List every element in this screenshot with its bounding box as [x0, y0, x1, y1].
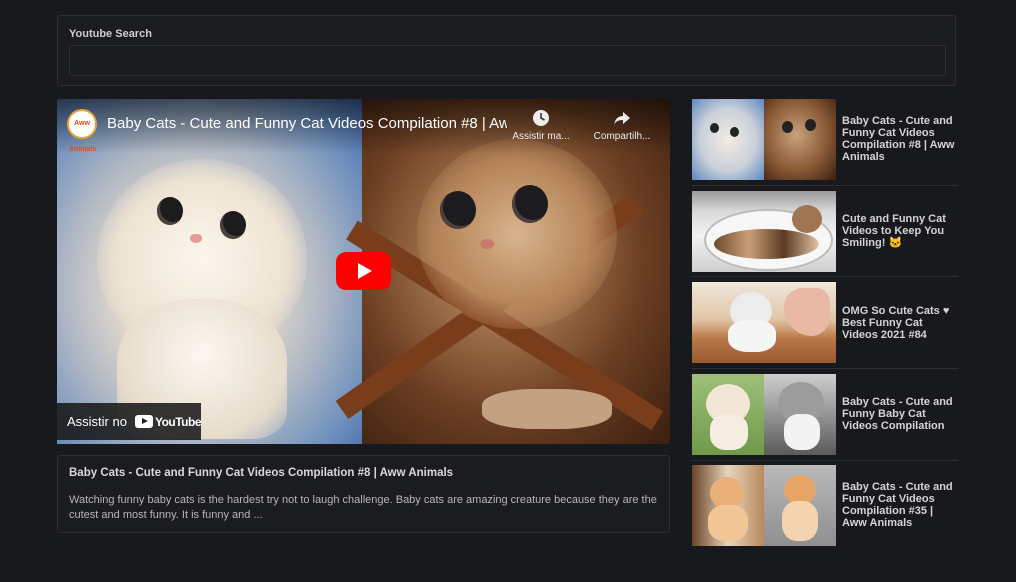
- kitten-eye: [512, 185, 548, 223]
- kitten-eye: [157, 197, 183, 225]
- share-label: Compartilh...: [593, 131, 651, 142]
- divider: [692, 276, 958, 277]
- share-icon: [614, 112, 630, 125]
- related-video-title: Baby Cats - Cute and Funny Cat Videos Co…: [842, 115, 955, 163]
- youtube-logo: YouTube: [134, 414, 202, 429]
- related-video-item[interactable]: Baby Cats - Cute and Funny Cat Videos Co…: [692, 465, 958, 547]
- video-description-card: Baby Cats - Cute and Funny Cat Videos Co…: [57, 455, 670, 533]
- share-button[interactable]: Compartilh...: [587, 109, 657, 142]
- watch-on-youtube-button[interactable]: Assistir no YouTube: [57, 403, 202, 440]
- search-label: Youtube Search: [69, 28, 152, 40]
- related-video-title: Baby Cats - Cute and Funny Baby Cat Vide…: [842, 396, 953, 432]
- related-video-item[interactable]: Cute and Funny Cat Videos to Keep You Sm…: [692, 191, 958, 273]
- related-video-thumbnail: [692, 465, 836, 546]
- divider: [692, 460, 958, 461]
- related-video-item[interactable]: Baby Cats - Cute and Funny Cat Videos Co…: [692, 99, 958, 181]
- clock-icon: [533, 110, 549, 126]
- video-title: Baby Cats - Cute and Funny Cat Videos Co…: [69, 467, 454, 479]
- channel-logo[interactable]: Aww Animals: [67, 109, 97, 153]
- kitten-tabby-face: [417, 139, 617, 329]
- related-video-title: Baby Cats - Cute and Funny Cat Videos Co…: [842, 481, 953, 529]
- video-description: Watching funny baby cats is the hardest …: [69, 494, 657, 521]
- player-video-title[interactable]: Baby Cats - Cute and Funny Cat Videos Co…: [107, 115, 507, 132]
- kitten-eye: [220, 211, 246, 239]
- related-video-thumbnail: [692, 374, 836, 455]
- video-player[interactable]: Aww Animals Baby Cats - Cute and Funny C…: [57, 99, 670, 444]
- related-video-item[interactable]: Baby Cats - Cute and Funny Baby Cat Vide…: [692, 374, 958, 456]
- kitten-eye: [440, 191, 476, 229]
- search-input[interactable]: [69, 45, 946, 76]
- watch-on-label: Assistir no: [67, 414, 127, 429]
- kitten-nose: [190, 234, 202, 243]
- youtube-play-icon: [134, 415, 153, 428]
- related-video-title: Cute and Funny Cat Videos to Keep You Sm…: [842, 213, 946, 249]
- related-video-item[interactable]: OMG So Cute Cats ♥ Best Funny Cat Videos…: [692, 282, 958, 364]
- related-video-title: OMG So Cute Cats ♥ Best Funny Cat Videos…: [842, 305, 950, 341]
- related-video-thumbnail: [692, 282, 836, 363]
- youtube-wordmark: YouTube: [154, 414, 202, 429]
- divider: [692, 185, 958, 186]
- related-video-thumbnail: [692, 99, 836, 180]
- watch-later-button[interactable]: Assistir ma...: [507, 109, 575, 142]
- kitten-paws: [482, 389, 612, 429]
- play-button[interactable]: [336, 252, 391, 290]
- divider: [692, 368, 958, 369]
- related-video-thumbnail: [692, 191, 836, 272]
- search-card: Youtube Search: [57, 15, 956, 86]
- kitten-nose: [480, 239, 494, 249]
- watch-later-label: Assistir ma...: [512, 131, 570, 142]
